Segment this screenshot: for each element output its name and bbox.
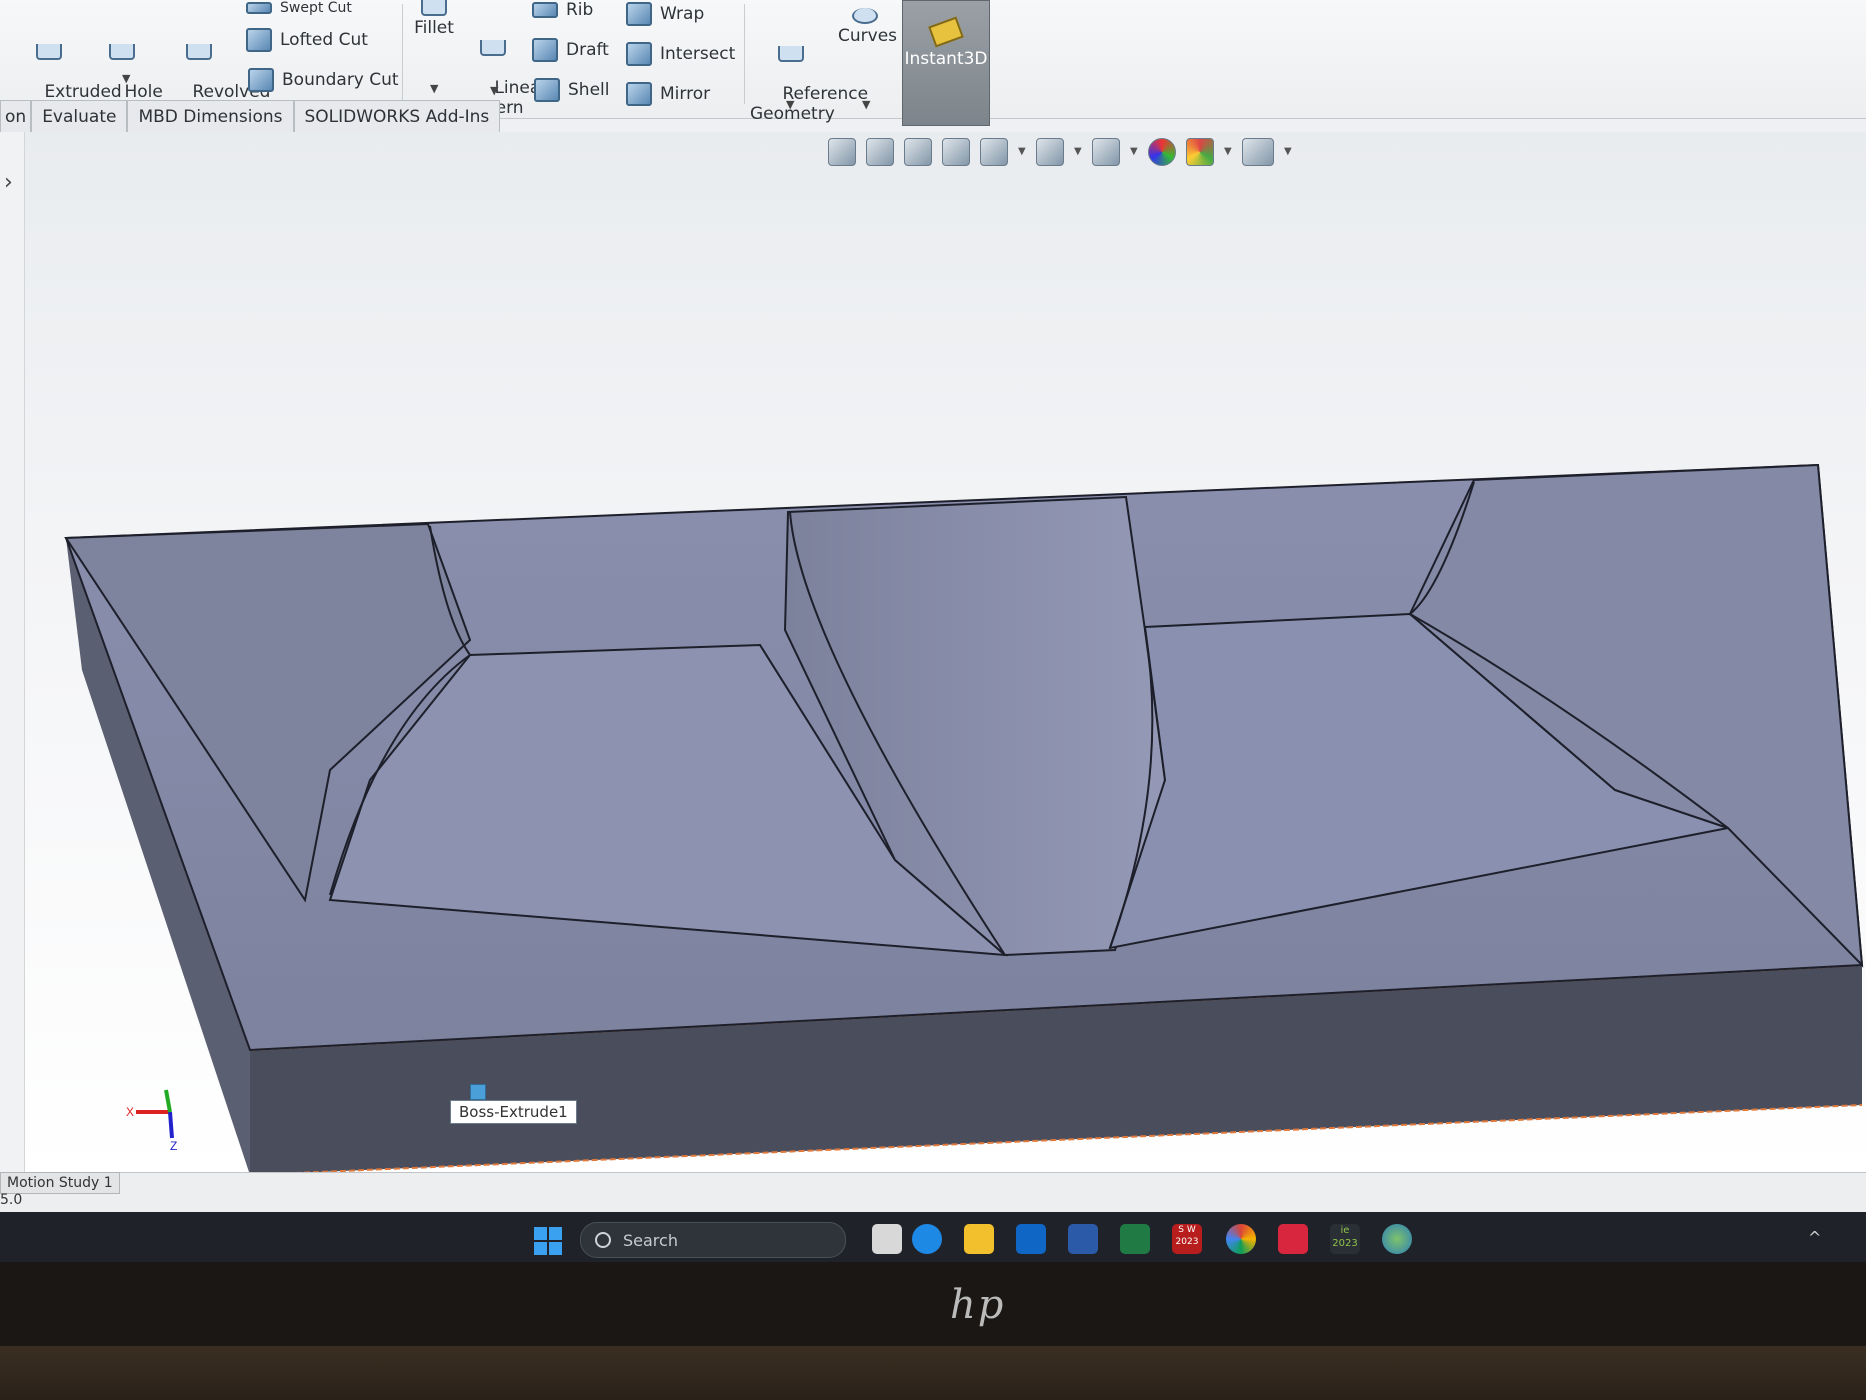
- search-icon: [595, 1232, 611, 1248]
- version-text: 5.0: [0, 1192, 23, 1208]
- triad-z-label: Z: [170, 1139, 177, 1153]
- system-tray-chevron-icon[interactable]: ^: [1808, 1228, 1821, 1247]
- hp-logo: hp: [950, 1282, 1006, 1328]
- search-placeholder: Search: [623, 1230, 678, 1250]
- task-view-icon[interactable]: [872, 1224, 902, 1254]
- part-model[interactable]: X Z: [0, 0, 1866, 1262]
- outlook-icon[interactable]: [1016, 1224, 1046, 1254]
- feature-tooltip: Boss-Extrude1: [450, 1100, 577, 1124]
- word-icon[interactable]: [1068, 1224, 1098, 1254]
- file-explorer-icon[interactable]: [964, 1224, 994, 1254]
- globe-app-icon[interactable]: [1382, 1224, 1412, 1254]
- triad-x-label: X: [126, 1105, 134, 1119]
- chrome-icon[interactable]: [1226, 1224, 1256, 1254]
- status-bar: [0, 1172, 1866, 1213]
- autocad-icon[interactable]: [1278, 1224, 1308, 1254]
- excel-icon[interactable]: [1120, 1224, 1150, 1254]
- triad-y-axis: [164, 1089, 172, 1113]
- solidworks-2023-icon[interactable]: S W 2023: [1172, 1224, 1202, 1254]
- tab-motion-study-1[interactable]: Motion Study 1: [0, 1172, 120, 1194]
- edrawings-2023-icon[interactable]: ie 2023: [1330, 1224, 1360, 1254]
- triad-z-axis: [168, 1111, 174, 1139]
- internet-explorer-icon[interactable]: [912, 1224, 942, 1254]
- windows-start-icon[interactable]: [534, 1227, 562, 1255]
- screen: Extruded Cut Hole Wizard ▼ Revolved Cut …: [0, 0, 1866, 1262]
- desk-background: [0, 1346, 1866, 1400]
- feature-tooltip-icon: [470, 1084, 486, 1100]
- taskbar-search-box[interactable]: Search: [580, 1222, 846, 1258]
- monitor-bezel: [0, 1262, 1866, 1346]
